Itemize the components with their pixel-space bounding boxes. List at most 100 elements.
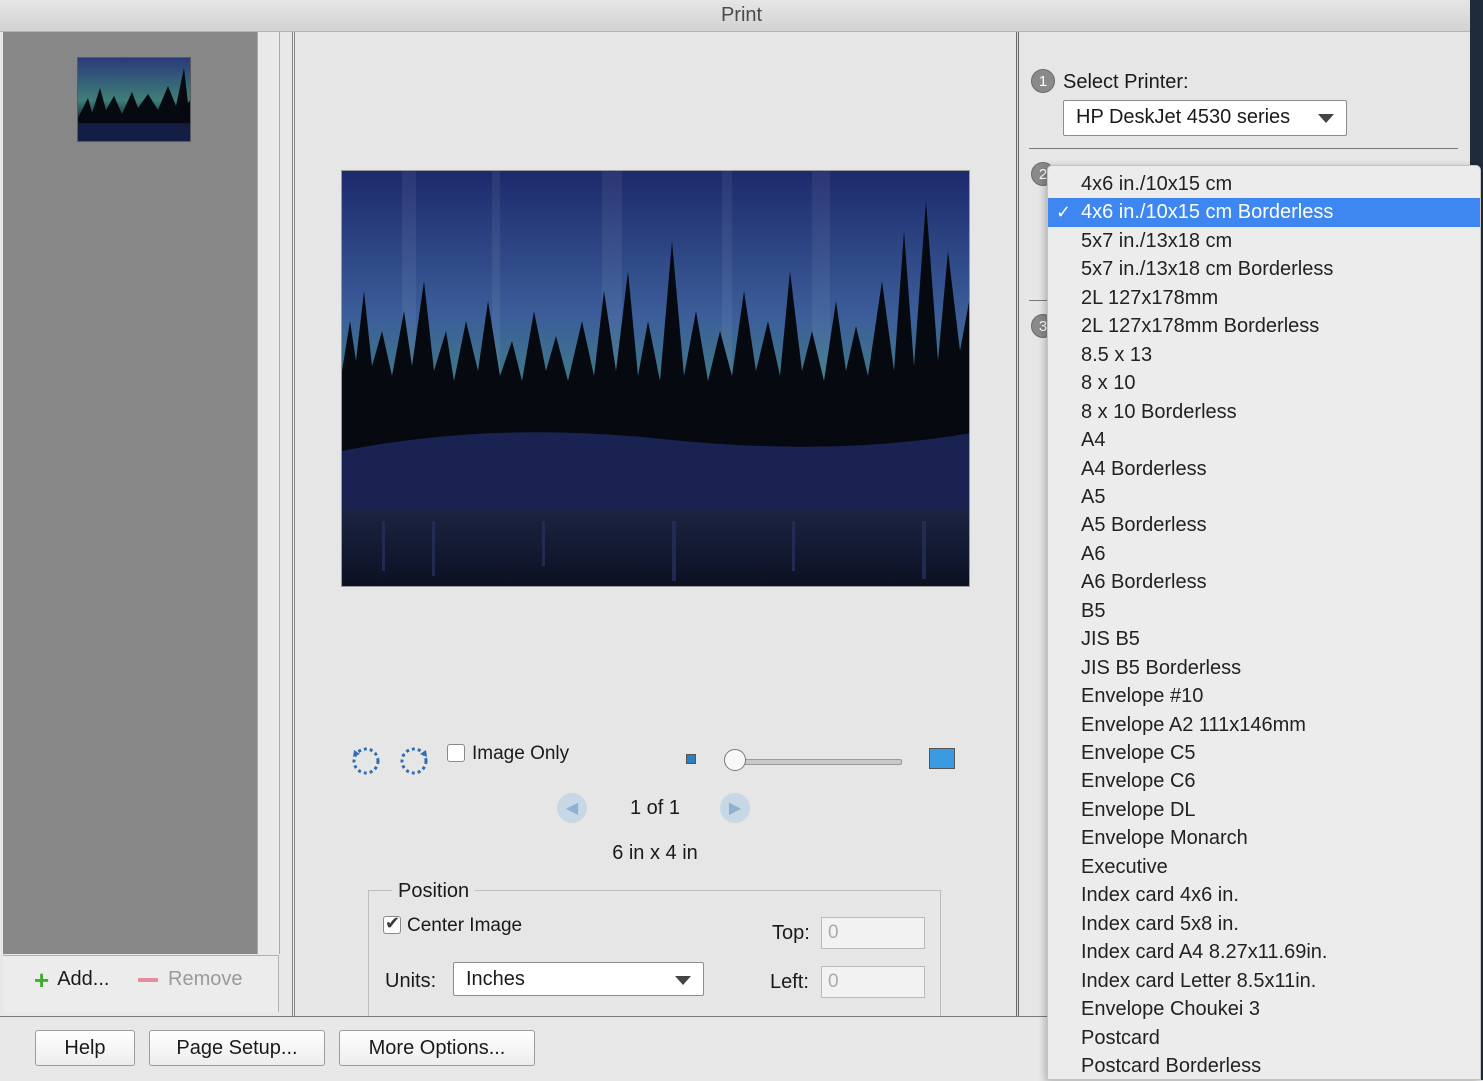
paper-size-option-label: Postcard [1081, 1026, 1160, 1049]
printer-value: HP DeskJet 4530 series [1076, 106, 1291, 128]
remove-label: Remove [168, 968, 243, 990]
paper-size-option-label: Index card 5x8 in. [1081, 912, 1239, 935]
paper-size-option[interactable]: 2L 127x178mm Borderless [1048, 312, 1480, 340]
chevron-right-icon: ▶ [728, 800, 742, 817]
paper-size-option[interactable]: A6 [1048, 540, 1480, 568]
units-dropdown[interactable]: Inches [453, 962, 704, 996]
paper-size-option-label: Envelope #10 [1081, 685, 1204, 708]
paper-size-option-label: 4x6 in./10x15 cm [1081, 173, 1233, 195]
paper-size-option[interactable]: 8.5 x 13 [1048, 341, 1480, 369]
paper-size-option-label: A6 Borderless [1081, 571, 1207, 594]
paper-size-option[interactable]: Postcard [1048, 1024, 1480, 1052]
paper-size-option[interactable]: 2L 127x178mm [1048, 284, 1480, 312]
paper-size-option-label: 5x7 in./13x18 cm [1081, 229, 1233, 252]
prev-page-button[interactable]: ◀ [557, 793, 587, 823]
paper-size-option-label: A6 [1081, 542, 1106, 565]
add-button[interactable]: + Add... [34, 964, 109, 995]
paper-size-option[interactable]: Index card Letter 8.5x11in. [1048, 967, 1480, 995]
zoom-small-icon [686, 754, 696, 764]
thumbnail-scrollbar[interactable] [257, 32, 280, 954]
plus-icon: + [34, 964, 50, 995]
paper-size-option-label: 2L 127x178mm [1081, 286, 1219, 309]
chevron-left-icon: ◀ [565, 800, 579, 817]
page-setup-button[interactable]: Page Setup... [149, 1030, 325, 1066]
paper-size-option[interactable]: A5 [1048, 483, 1480, 511]
paper-size-option-label: 5x7 in./13x18 cm Borderless [1081, 258, 1334, 281]
paper-size-option[interactable]: Index card 5x8 in. [1048, 910, 1480, 938]
paper-size-option[interactable]: A5 Borderless [1048, 511, 1480, 539]
checkmark-icon: ✓ [1056, 202, 1072, 223]
paper-size-option[interactable]: Executive [1048, 853, 1480, 881]
paper-size-option-label: Executive [1081, 855, 1168, 878]
paper-size-menu[interactable]: 4x6 in./10x15 cm ✓ 4x6 in./10x15 cm Border… [1047, 165, 1481, 1080]
next-page-button[interactable]: ▶ [720, 793, 750, 823]
paper-size-option[interactable]: ✓ 4x6 in./10x15 cm Borderless [1048, 198, 1480, 227]
print-size-label: 6 in x 4 in [612, 842, 698, 864]
paper-size-option[interactable]: Envelope DL [1048, 796, 1480, 824]
paper-size-option[interactable]: 8 x 10 [1048, 369, 1480, 397]
paper-size-option[interactable]: 5x7 in./13x18 cm Borderless [1048, 255, 1480, 283]
paper-size-option-label: B5 [1081, 599, 1106, 622]
paper-size-option[interactable]: B5 [1048, 597, 1480, 625]
paper-size-option[interactable]: Index card A4 8.27x11.69in. [1048, 938, 1480, 966]
paper-size-option-label: JIS B5 [1081, 628, 1140, 651]
printer-dropdown[interactable]: HP DeskJet 4530 series [1063, 100, 1347, 136]
paper-size-option[interactable]: JIS B5 Borderless [1048, 654, 1480, 682]
paper-size-option[interactable]: Envelope Choukei 3 [1048, 995, 1480, 1023]
paper-size-option-label: A4 [1081, 429, 1106, 452]
rotate-right-icon[interactable] [398, 744, 430, 776]
paper-size-option[interactable]: Envelope A2 111x146mm [1048, 711, 1480, 739]
paper-size-option-label: Index card 4x6 in. [1081, 884, 1239, 907]
image-only-label: Image Only [472, 743, 570, 764]
pane-divider [292, 32, 295, 1016]
paper-size-option-label: Index card Letter 8.5x11in. [1081, 969, 1317, 992]
page-indicator: 1 of 1 [629, 797, 681, 819]
paper-size-option[interactable]: A6 Borderless [1048, 568, 1480, 596]
paper-size-option-label: 8 x 10 [1081, 372, 1136, 395]
paper-size-option[interactable]: Index card 4x6 in. [1048, 881, 1480, 909]
center-image-checkbox[interactable] [383, 913, 401, 934]
paper-size-option[interactable]: A4 [1048, 426, 1480, 454]
paper-size-option[interactable]: JIS B5 [1048, 625, 1480, 653]
paper-size-option[interactable]: Envelope #10 [1048, 682, 1480, 710]
step-1-badge: 1 [1031, 69, 1055, 93]
select-printer-label: Select Printer: [1063, 71, 1189, 93]
zoom-slider-track[interactable] [730, 759, 902, 765]
paper-size-option-label: Postcard Borderless [1081, 1054, 1262, 1077]
print-preview-image [341, 170, 970, 587]
paper-size-option-label: Envelope C6 [1081, 770, 1196, 793]
rotate-left-icon[interactable] [350, 744, 382, 776]
section-divider [1029, 148, 1458, 149]
paper-size-option-label: A5 Borderless [1081, 514, 1207, 537]
units-value: Inches [466, 968, 525, 990]
paper-size-option-label: Envelope C5 [1081, 742, 1196, 764]
zoom-slider-knob[interactable] [724, 749, 746, 771]
paper-size-option[interactable]: Envelope Monarch [1048, 824, 1480, 852]
left-input[interactable]: 0 [821, 966, 925, 998]
remove-button[interactable]: Remove [138, 968, 242, 991]
zoom-large-icon [929, 748, 955, 769]
paper-size-option-label: Envelope DL [1081, 798, 1196, 821]
more-options-button[interactable]: More Options... [339, 1030, 535, 1066]
paper-size-option[interactable]: 8 x 10 Borderless [1048, 398, 1480, 426]
paper-size-option-label: Envelope Choukei 3 [1081, 998, 1261, 1021]
top-input[interactable]: 0 [821, 917, 925, 949]
thumbnail-pane [3, 32, 257, 954]
paper-size-option[interactable]: A4 Borderless [1048, 455, 1480, 483]
paper-size-option-label: Envelope A2 111x146mm [1081, 713, 1306, 736]
chevron-down-icon [1318, 114, 1334, 123]
position-title: Position [392, 880, 476, 903]
paper-size-option[interactable]: Postcard Borderless [1048, 1052, 1480, 1079]
paper-size-option-label: Index card A4 8.27x11.69in. [1081, 941, 1328, 964]
paper-size-option-label: A4 Borderless [1081, 457, 1207, 480]
chevron-down-icon [675, 976, 691, 985]
window-title: Print [0, 0, 1483, 32]
help-button[interactable]: Help [35, 1030, 135, 1066]
image-only-checkbox[interactable] [447, 744, 465, 762]
paper-size-option[interactable]: 5x7 in./13x18 cm [1048, 227, 1480, 255]
paper-size-option[interactable]: 4x6 in./10x15 cm [1048, 170, 1480, 198]
photo-thumbnail[interactable] [77, 57, 191, 142]
paper-size-option-label: 8.5 x 13 [1081, 343, 1153, 366]
paper-size-option[interactable]: Envelope C5 [1048, 739, 1480, 767]
paper-size-option[interactable]: Envelope C6 [1048, 767, 1480, 795]
